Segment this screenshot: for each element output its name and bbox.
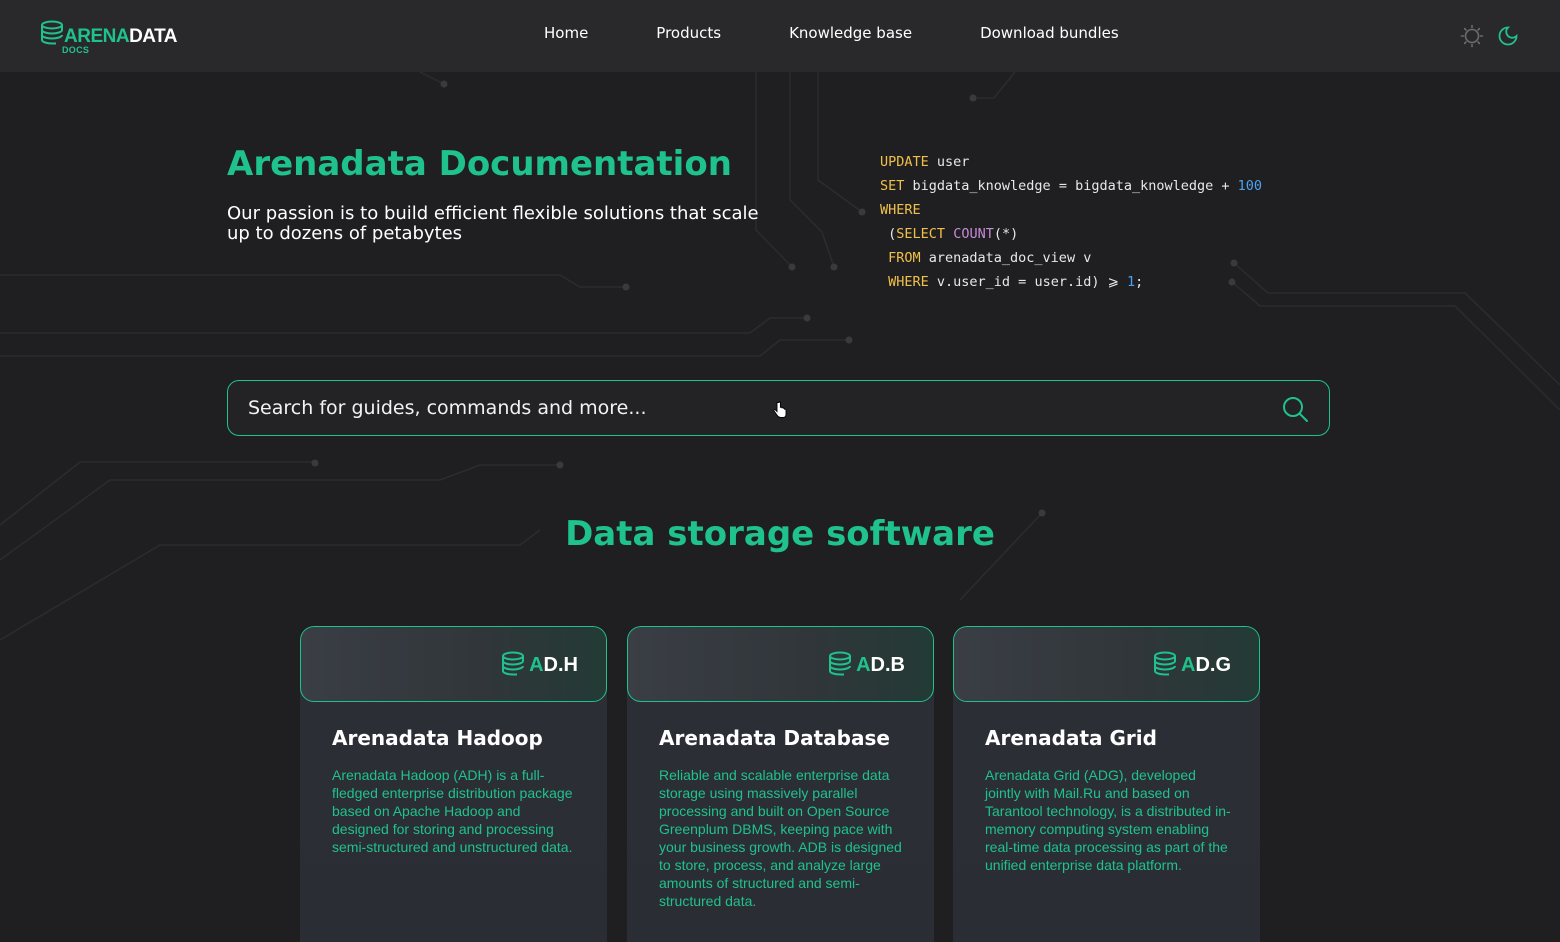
nav-products[interactable]: Products	[656, 24, 721, 42]
code-line: WHERE v.user_id = user.id) ⩾ 1;	[880, 270, 1262, 294]
sun-icon	[1460, 24, 1484, 48]
database-stack-icon	[1153, 651, 1176, 676]
badge-code: D.H	[543, 653, 578, 676]
code-line: SET bigdata_knowledge = bigdata_knowledg…	[880, 174, 1262, 198]
product-card-adh[interactable]: A D.H Arenadata Hadoop Arenadata Hadoop (…	[300, 626, 607, 942]
badge-letter-a: A	[529, 653, 544, 676]
database-stack-icon	[41, 20, 63, 45]
page-title: Arenadata Documentation	[227, 144, 732, 184]
nav-download-bundles[interactable]: Download bundles	[980, 24, 1119, 42]
code-token: (	[880, 226, 897, 242]
badge-code: D.G	[1195, 653, 1231, 676]
hero-subtitle: Our passion is to build efficient flexib…	[227, 203, 759, 244]
code-token: ;	[1135, 274, 1144, 290]
logo-data: DATA	[129, 26, 178, 47]
card-title: Arenadata Database	[659, 726, 890, 750]
code-token: 1	[1127, 274, 1136, 290]
code-token: (*)	[993, 226, 1019, 242]
logo-docs: DOCS	[62, 45, 90, 55]
card-header: A D.G	[953, 626, 1260, 702]
light-theme-button[interactable]	[1460, 24, 1484, 48]
code-token: COUNT	[953, 226, 994, 242]
code-token: WHERE	[880, 202, 921, 218]
code-token: UPDATE	[880, 154, 929, 170]
page: ARENADATA DOCS Home Products Knowledge b…	[0, 0, 1560, 942]
card-header: A D.H	[300, 626, 607, 702]
code-token: SELECT	[896, 226, 946, 242]
code-token: arenadata_doc_view v	[920, 250, 1092, 266]
search-input[interactable]	[248, 381, 1248, 435]
product-badge: A D.G	[1153, 649, 1231, 681]
main-nav: Home Products Knowledge base Download bu…	[544, 24, 1187, 42]
database-stack-icon	[829, 651, 852, 676]
top-header: ARENADATA DOCS Home Products Knowledge b…	[0, 0, 1560, 72]
database-stack-icon	[502, 651, 525, 676]
code-token: user	[928, 154, 970, 170]
code-token: 100	[1237, 178, 1263, 194]
code-token: WHERE	[880, 274, 929, 290]
code-token: v.user_id = user.id) ⩾	[928, 274, 1128, 290]
product-badge: A D.H	[501, 649, 578, 681]
nav-home[interactable]: Home	[544, 24, 588, 42]
card-description: Reliable and scalable enterprise data st…	[659, 767, 902, 909]
card-description: Arenadata Grid (ADG), developed jointly …	[985, 767, 1231, 873]
dark-theme-button[interactable]	[1496, 24, 1520, 48]
card-title: Arenadata Grid	[985, 726, 1157, 750]
code-line: WHERE	[880, 198, 1262, 222]
product-card-adb[interactable]: A D.B Arenadata Database Reliable and sca…	[627, 626, 934, 942]
code-token: SET	[880, 178, 905, 194]
hand-pointer-cursor-icon	[773, 401, 787, 418]
code-token: FROM	[880, 250, 921, 266]
search-icon[interactable]	[1281, 395, 1309, 423]
card-title: Arenadata Hadoop	[332, 726, 543, 750]
code-line: (SELECT COUNT(*)	[880, 222, 1262, 246]
moon-icon	[1498, 26, 1518, 46]
product-badge: A D.B	[828, 649, 905, 681]
card-header: A D.B	[627, 626, 934, 702]
nav-knowledge-base[interactable]: Knowledge base	[789, 24, 912, 42]
logo-arena: ARENA	[64, 26, 130, 47]
card-description: Arenadata Hadoop (ADH) is a full-fledged…	[332, 767, 573, 855]
badge-letter-a: A	[1180, 653, 1196, 676]
product-card-adg[interactable]: A D.G Arenadata Grid Arenadata Grid (ADG)…	[953, 626, 1260, 942]
code-line: FROM arenadata_doc_view v	[880, 246, 1262, 270]
sql-code-snippet: UPDATE user SET bigdata_knowledge = bigda…	[880, 150, 1262, 294]
code-line: UPDATE user	[880, 150, 1262, 174]
code-token: bigdata_knowledge = bigdata_knowledge +	[904, 178, 1238, 194]
section-title: Data storage software	[565, 514, 995, 554]
badge-code: D.B	[870, 653, 905, 676]
arenadata-docs-logo[interactable]: ARENADATA DOCS	[40, 18, 190, 56]
badge-letter-a: A	[856, 653, 871, 676]
